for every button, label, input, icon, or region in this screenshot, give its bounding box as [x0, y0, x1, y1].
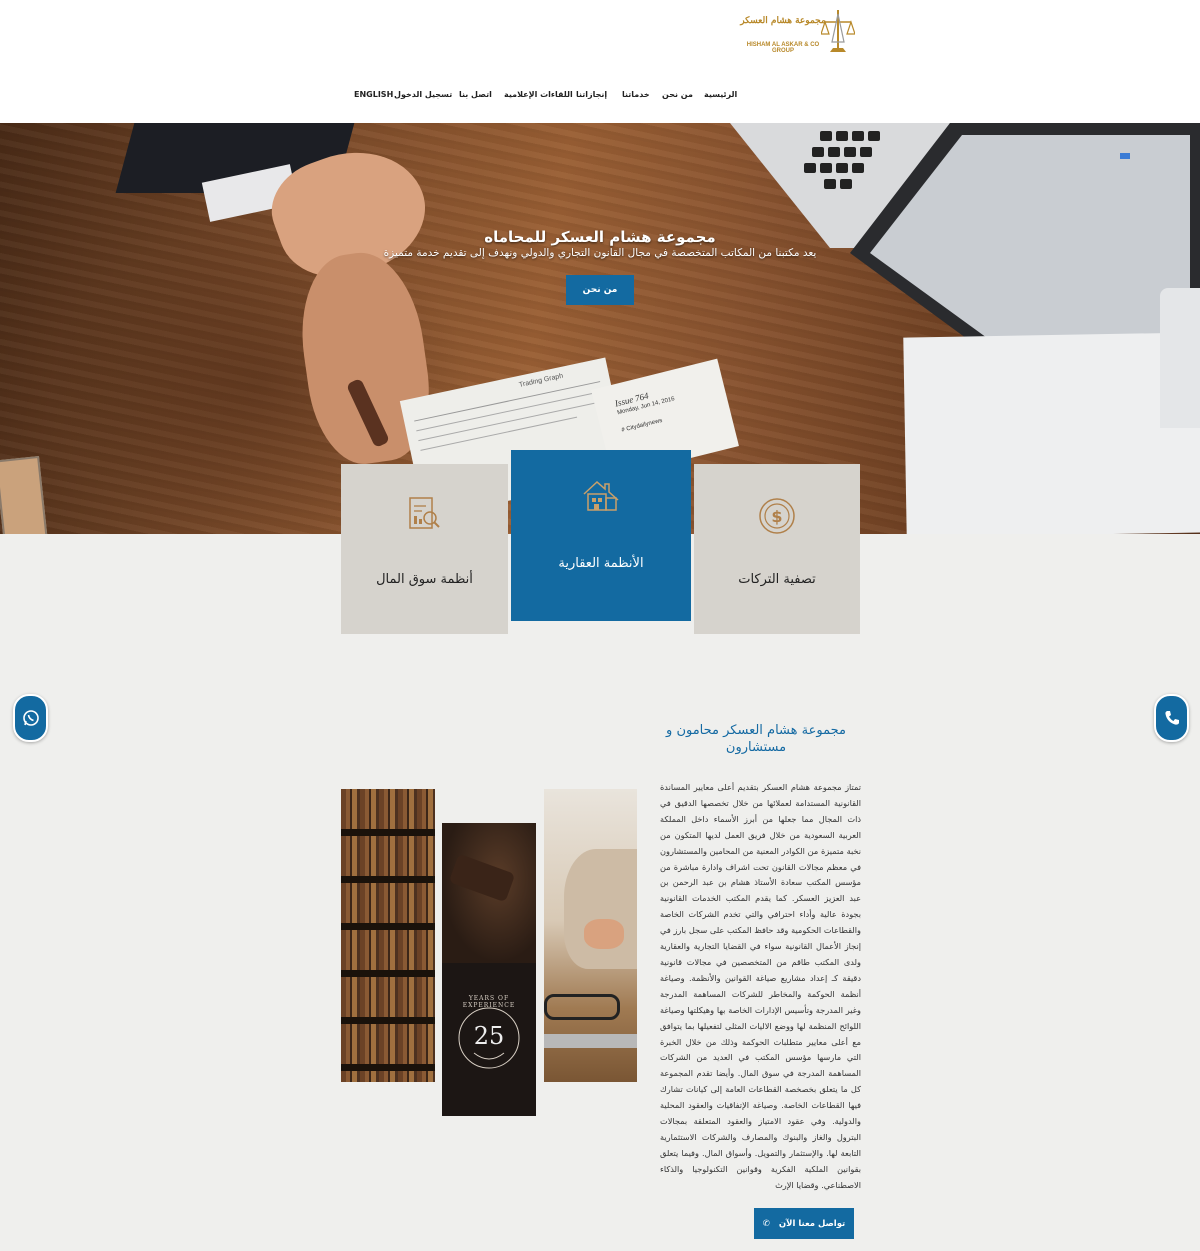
service-card-label: تصفية التركات: [738, 572, 816, 587]
hero-title: مجموعة هشام العسكر للمحاماه: [484, 228, 716, 246]
phone-icon: ✆: [762, 1218, 770, 1229]
logo-english-text: HISHAM AL ASKAR & CO GROUP: [746, 42, 820, 54]
service-card-label: أنظمة سوق المال: [376, 572, 473, 587]
glasses-image: [544, 994, 620, 1020]
hero-subtitle: يعد مكتبنا من المكاتب المتخصصة في مجال ا…: [383, 247, 817, 259]
phone-icon: [1165, 711, 1179, 725]
experience-years-text: YEARS OF EXPERIENCE: [462, 995, 516, 1009]
nav-item-about[interactable]: من نحن: [662, 90, 693, 99]
main-nav: الرئيسية من نحن خدماتنا إنجازاتنا اللقاء…: [0, 90, 1200, 104]
nav-item-english[interactable]: ENGLISH: [354, 90, 393, 99]
service-card-inheritance[interactable]: $ تصفية التركات: [694, 464, 860, 634]
clipboard-image: [0, 455, 49, 534]
experience-years-number: 25: [473, 1022, 505, 1050]
contact-now-label: تواصل معنا الآن: [778, 1218, 846, 1229]
phone-button[interactable]: [1154, 694, 1189, 742]
nav-item-services[interactable]: خدماتنا: [622, 90, 650, 99]
real-estate-icon: [583, 480, 619, 511]
scales-of-justice-icon: [821, 10, 855, 52]
svg-text:$: $: [771, 507, 782, 526]
nav-item-media[interactable]: اللقاءات الإعلامية: [504, 90, 573, 99]
dollar-coin-icon: $: [759, 498, 795, 534]
service-card-real-estate[interactable]: الأنظمة العقارية: [511, 450, 691, 621]
paper-sheet-image: [903, 332, 1200, 534]
whatsapp-icon: [23, 710, 39, 726]
lawyer-writing-image: [544, 789, 637, 1082]
document-chart-icon: [409, 497, 440, 529]
nav-item-contact[interactable]: اتصل بنا: [459, 90, 492, 99]
nav-item-home[interactable]: الرئيسية: [704, 90, 737, 99]
contact-now-button[interactable]: ✆ تواصل معنا الآن: [754, 1208, 854, 1239]
about-body: تمتاز مجموعة هشام العسكر بتقديم أعلى معا…: [660, 782, 861, 1190]
about-us-button[interactable]: من نحن: [566, 275, 634, 305]
experience-badge-panel: 25 YEARS OF EXPERIENCE: [442, 823, 536, 1116]
library-books-image: [341, 789, 435, 1082]
nav-item-login[interactable]: تسجيل الدخول: [394, 90, 452, 99]
about-title: مجموعة هشام العسكر محامون و مستشارون: [666, 723, 846, 755]
newspaper-heading: Trading Graph: [518, 372, 564, 389]
logo[interactable]: مجموعة هشام العسكر HISHAM AL ASKAR & CO …: [737, 6, 857, 62]
site-header: مجموعة هشام العسكر HISHAM AL ASKAR & CO …: [0, 0, 1200, 123]
logo-arabic-text: مجموعة هشام العسكر: [740, 16, 826, 26]
newspaper-tag: # Citydailynews: [621, 417, 663, 434]
service-card-label: الأنظمة العقارية: [558, 556, 644, 571]
service-card-capital-markets[interactable]: أنظمة سوق المال: [341, 464, 508, 634]
notebook-image: [1160, 288, 1200, 428]
whatsapp-button[interactable]: [13, 694, 48, 742]
nav-item-achievements[interactable]: إنجازاتنا: [576, 90, 607, 99]
